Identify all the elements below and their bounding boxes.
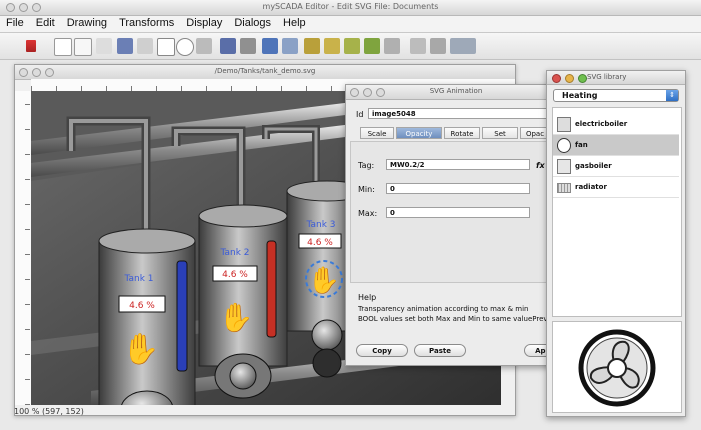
library-item-electricboiler[interactable]: electricboiler [553, 114, 679, 135]
export-icon[interactable] [240, 38, 256, 54]
menu-edit[interactable]: Edit [30, 16, 61, 32]
layers-icon[interactable] [262, 38, 278, 54]
tank-2-value: 4.6 % [222, 270, 248, 280]
tab-opacity[interactable]: Opacity [396, 127, 442, 139]
library-title: SVG library [587, 73, 627, 81]
raise-icon[interactable] [410, 38, 426, 54]
tank-1-top [98, 228, 196, 254]
tag-function-button[interactable]: fx [536, 161, 545, 170]
align-icon[interactable] [344, 38, 360, 54]
tab-scale[interactable]: Scale [360, 127, 394, 139]
vertical-ruler [15, 91, 32, 405]
app-title-bar: mySCADA Editor - Edit SVG File: Document… [0, 0, 701, 16]
library-item-label: fan [575, 141, 588, 149]
max-field[interactable]: 0 [386, 207, 530, 218]
copy-button[interactable]: Copy [356, 344, 408, 357]
library-item-label: electricboiler [575, 120, 628, 128]
zoom-fit-icon[interactable] [450, 38, 476, 54]
menu-dialogs[interactable]: Dialogs [228, 16, 277, 32]
rect-tool-icon[interactable] [157, 38, 175, 56]
app-title: mySCADA Editor - Edit SVG File: Document… [262, 2, 439, 11]
gasboiler-icon [557, 159, 571, 174]
id-field[interactable]: image5048 [368, 108, 548, 119]
paste-button[interactable]: Paste [414, 344, 466, 357]
library-close-icon[interactable] [552, 74, 561, 83]
menu-file[interactable]: File [0, 16, 30, 32]
menu-bar: File Edit Drawing Transforms Display Dia… [0, 16, 701, 33]
tank-3-value: 4.6 % [307, 238, 333, 248]
tank-2-top [198, 204, 288, 228]
search-icon[interactable] [96, 38, 112, 54]
library-item-label: radiator [575, 183, 607, 191]
import-icon[interactable] [220, 38, 236, 54]
group-icon[interactable] [304, 38, 320, 54]
category-select[interactable]: Heating ⇕ [553, 89, 679, 102]
tank-3-valve [311, 319, 343, 351]
id-label: Id [356, 110, 364, 119]
document-title: /Demo/Tanks/tank_demo.svg [214, 67, 316, 75]
chevron-down-icon[interactable]: ⇕ [666, 90, 678, 101]
library-preview [552, 321, 682, 413]
grid-icon[interactable] [282, 38, 298, 54]
menu-display[interactable]: Display [180, 16, 228, 32]
max-label: Max: [358, 209, 378, 218]
distribute-icon[interactable] [364, 38, 380, 54]
tank-1-value: 4.6 % [129, 301, 155, 311]
pen-tool-icon[interactable] [117, 38, 133, 54]
status-bar: 100 % (597, 152) [14, 407, 84, 416]
node-tool-icon[interactable] [54, 38, 72, 56]
tank-1-hand-icon: ✋ [122, 331, 159, 367]
tab-rotate[interactable]: Rotate [444, 127, 480, 139]
tank-3-label: Tank 3 [305, 220, 335, 230]
tank-2-valve [229, 362, 257, 390]
library-item-fan[interactable]: fan [553, 135, 679, 156]
tag-label: Tag: [358, 161, 375, 170]
ellipse-tool-icon[interactable] [176, 38, 194, 56]
tank-1-label: Tank 1 [123, 274, 153, 284]
tank-1-level-bar [176, 260, 188, 372]
library-item-gasboiler[interactable]: gasboiler [553, 156, 679, 177]
ungroup-icon[interactable] [324, 38, 340, 54]
library-title-bar: SVG library [547, 71, 685, 85]
library-item-radiator[interactable]: radiator [553, 177, 679, 198]
category-value: Heating [562, 91, 598, 100]
library-item-label: gasboiler [575, 162, 612, 170]
pencil-tool-icon[interactable] [137, 38, 153, 54]
svg-library-panel: SVG library Heating ⇕ electricboiler fan… [546, 70, 686, 417]
toolbar [0, 33, 701, 60]
help-text-1: Transparency animation according to max … [358, 305, 529, 313]
library-zoom-icon[interactable] [578, 74, 587, 83]
undo-icon[interactable] [384, 38, 400, 54]
tank-2-label: Tank 2 [219, 248, 249, 258]
fan-preview-icon [578, 329, 656, 407]
tab-set[interactable]: Set [482, 127, 518, 139]
selector-tool-icon[interactable] [26, 40, 36, 52]
lower-icon[interactable] [430, 38, 446, 54]
zoom-tool-icon[interactable] [74, 38, 92, 56]
dialog-title-bar: SVG Animation [346, 85, 566, 100]
min-label: Min: [358, 185, 375, 194]
text-tool-icon[interactable] [196, 38, 212, 54]
tank-3-drain [312, 348, 342, 378]
svg-animation-dialog: SVG Animation Id image5048 Scale Opacity… [345, 84, 567, 366]
tank-2-hand-icon: ✋ [219, 301, 254, 334]
tank-3-hand-icon: ✋ [308, 265, 340, 296]
tank-2-level-bar [266, 240, 277, 338]
dialog-title: SVG Animation [429, 87, 483, 95]
tag-field[interactable]: MW0.2/2 [386, 159, 530, 170]
menu-drawing[interactable]: Drawing [61, 16, 113, 32]
help-text-2: BOOL values set both Max and Min to same… [358, 315, 562, 323]
menu-transforms[interactable]: Transforms [113, 16, 180, 32]
library-minimize-icon[interactable] [565, 74, 574, 83]
help-title: Help [358, 293, 377, 302]
fan-icon [557, 138, 571, 153]
electricboiler-icon [557, 117, 571, 132]
document-title-bar: /Demo/Tanks/tank_demo.svg [15, 65, 515, 80]
menu-help[interactable]: Help [277, 16, 312, 32]
radiator-icon [557, 183, 571, 193]
min-field[interactable]: 0 [386, 183, 530, 194]
